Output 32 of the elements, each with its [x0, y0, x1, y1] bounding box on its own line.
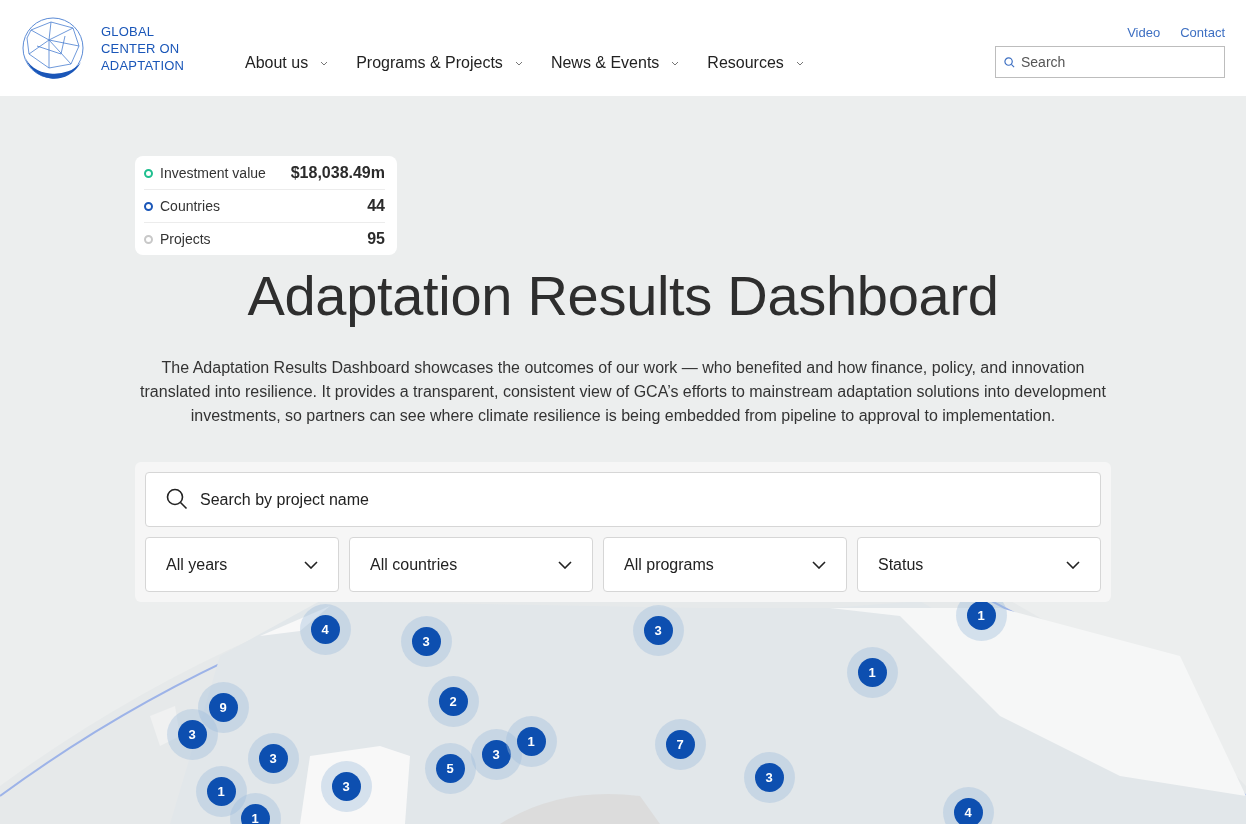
nav-item[interactable]: News & Events: [550, 54, 680, 72]
chevron-down-icon: [1066, 560, 1080, 569]
search-icon: [1004, 56, 1015, 68]
stat-label: Countries: [160, 198, 220, 214]
chevron-down-icon: [320, 60, 329, 66]
chevron-down-icon: [812, 560, 826, 569]
nav-item[interactable]: About us: [245, 54, 329, 72]
utility-link[interactable]: Video: [1127, 24, 1161, 40]
description: The Adaptation Results Dashboard showcases the outcomes of our work — who benefited and how finance, policy, and innovation translated into resilience. It provides a transparent, consistent view of GCA’s efforts to mainstream adaptation solutions into development investments, so partners can see where climate resilience is being embedded from pipeline to approval to implementation.: [139, 358, 1107, 426]
filter-dropdown[interactable]: Status: [857, 537, 1101, 592]
chevron-down-icon: [514, 60, 523, 66]
chevron-down-icon: [558, 560, 572, 569]
stat-label: Investment value: [160, 165, 266, 181]
search-icon: [166, 488, 188, 510]
chevron-down-icon: [304, 560, 318, 569]
stat-label: Projects: [160, 231, 211, 247]
stat-value: 95: [367, 230, 385, 248]
chevron-down-icon: [795, 60, 804, 66]
stat-value: $18,038.49m: [290, 164, 385, 182]
filter-dropdown[interactable]: All years: [145, 537, 339, 592]
nav-item[interactable]: Programs & Projects: [356, 54, 523, 72]
filter-dropdown[interactable]: All programs: [603, 537, 847, 592]
logo-text[interactable]: GLOBAL CENTER ON ADAPTATION: [101, 22, 185, 74]
stat-value: 44: [367, 197, 385, 215]
filter-dropdown[interactable]: All countries: [349, 537, 593, 592]
search-field[interactable]: Search: [995, 45, 1225, 78]
utility-link[interactable]: Contact: [1180, 24, 1225, 40]
chevron-down-icon: [671, 60, 680, 66]
nav-item[interactable]: Resources: [707, 54, 804, 72]
project-search-field[interactable]: Search by project name: [145, 472, 1101, 527]
page-title: Adaptation Results Dashboard: [247, 263, 999, 328]
globe-logo-icon[interactable]: [21, 16, 85, 80]
